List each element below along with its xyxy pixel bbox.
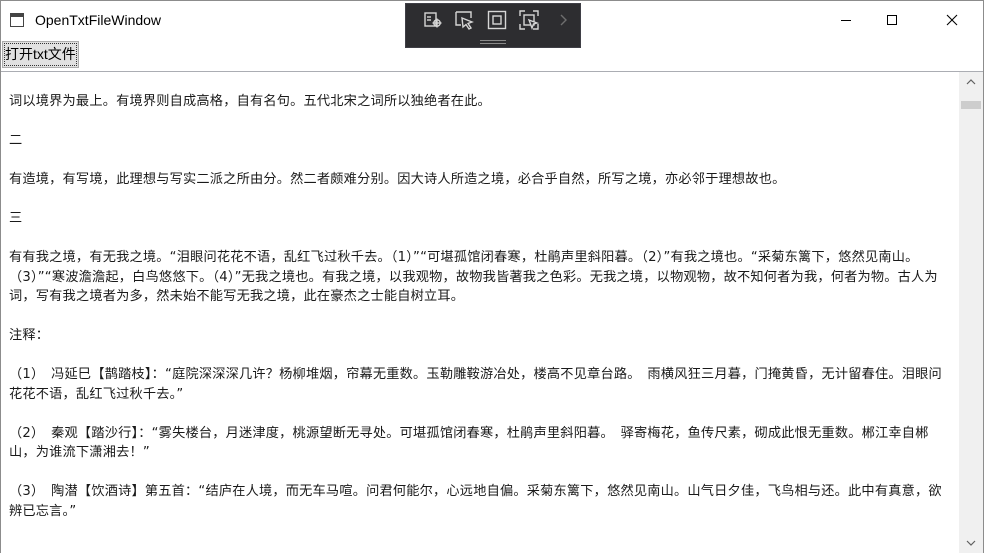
inspect-pointer-button[interactable] <box>453 9 475 31</box>
maximize-icon <box>887 15 897 25</box>
paragraph: （1） 冯延巳【鹊踏枝】：“庭院深深深几许？杨柳堆烟，帘幕无重数。玉勒雕鞍游冶处… <box>9 367 942 402</box>
open-txt-file-button[interactable]: 打开txt文件 <box>2 41 79 68</box>
app-window-icon <box>10 13 24 27</box>
select-element-icon <box>424 12 442 28</box>
scroll-down-button[interactable] <box>959 533 983 553</box>
chevron-right-icon <box>560 14 567 26</box>
vertical-scrollbar[interactable] <box>959 72 983 553</box>
debug-toolbar <box>405 3 581 48</box>
paragraph: 有造境，有写境，此理想与写实二派之所由分。然二者颇难分别。因大诗人所造之境，必合… <box>9 172 786 187</box>
app-window: OpenTxtFileWindow 打开txt文件 词以境界为最上。有境界则自成… <box>0 0 984 553</box>
close-button[interactable] <box>929 1 975 39</box>
minimize-button[interactable] <box>823 1 869 39</box>
paragraph: （2） 秦观【踏沙行】：“雾失楼台，月迷津度，桃源望断无寻处。可堪孤馆闭春寒，杜… <box>9 425 929 461</box>
close-icon <box>946 14 958 26</box>
scroll-up-button[interactable] <box>959 72 983 92</box>
track-focused-element-button[interactable] <box>518 9 540 31</box>
scroll-down-arrow-icon <box>966 540 976 546</box>
inspect-pointer-icon <box>455 11 474 30</box>
display-layout-adorners-icon <box>487 10 507 30</box>
display-layout-adorners-button[interactable] <box>486 9 508 31</box>
document-text: 词以境界为最上。有境界则自成高格，自有名句。五代北宋之词所以独绝者在此。 二 有… <box>9 92 954 521</box>
select-element-button[interactable] <box>422 9 444 31</box>
maximize-button[interactable] <box>869 1 915 39</box>
paragraph: 注释： <box>9 328 50 343</box>
paragraph: 三 <box>9 211 23 226</box>
minimize-icon <box>841 20 851 21</box>
text-content-box[interactable]: 词以境界为最上。有境界则自成高格，自有名句。五代北宋之词所以独绝者在此。 二 有… <box>1 71 983 553</box>
scrollbar-thumb[interactable] <box>961 101 981 109</box>
paragraph: 二 <box>9 133 23 148</box>
paragraph: 词以境界为最上。有境界则自成高格，自有名句。五代北宋之词所以独绝者在此。 <box>9 94 491 109</box>
scroll-up-arrow-icon <box>966 79 976 85</box>
paragraph: 有有我之境，有无我之境。“泪眼问花花不语，乱红飞过秋千去。（1）”“可堪孤馆闭春… <box>9 250 938 304</box>
toolbar-drag-grip[interactable] <box>480 40 506 44</box>
window-title: OpenTxtFileWindow <box>35 12 162 28</box>
paragraph: （3） 陶潜【饮酒诗】第五首：“结庐在人境，而无车马喧。问君何能尔，心远地自偏。… <box>9 484 942 519</box>
expand-toolbar-button[interactable] <box>556 9 572 31</box>
track-focused-element-icon <box>519 10 540 30</box>
